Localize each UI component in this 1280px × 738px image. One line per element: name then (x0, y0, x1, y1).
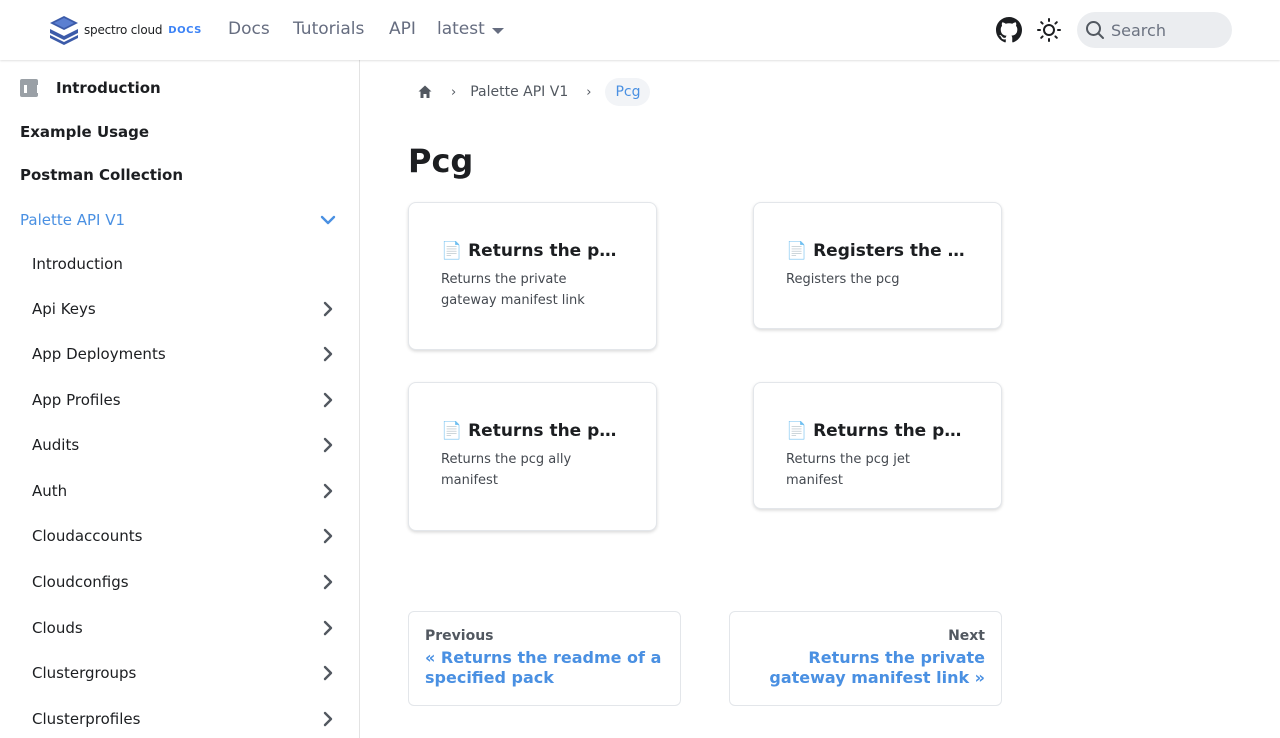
sidebar-item-label: Clouds (32, 619, 83, 637)
card-description: Returns the pcg ally manifest (441, 452, 572, 488)
logo-docs-label: DOCS (168, 24, 202, 36)
sidebar-item-app-deployments[interactable]: App Deployments (0, 334, 359, 374)
sidebar-item-postman-collection[interactable]: Postman Collection (0, 155, 359, 195)
brand-logo[interactable]: spectro cloud DOCS (48, 15, 202, 45)
chevron-right-icon: › (451, 84, 457, 100)
sidebar-item-audits[interactable]: Audits (0, 425, 359, 465)
sidebar-item-label: Audits (32, 436, 80, 454)
doc-card[interactable]: 📄 Returns the private gateway manifest l… (408, 202, 657, 350)
breadcrumb-item[interactable]: Palette API V1 (470, 84, 568, 100)
sidebar-item-label: Api Keys (32, 300, 96, 318)
sidebar-item-label: Clustergroups (32, 664, 137, 682)
chevron-right-icon[interactable] (319, 527, 337, 545)
search-icon (1086, 21, 1104, 39)
chevron-right-icon[interactable] (319, 664, 337, 682)
version-dropdown[interactable]: latest (437, 19, 504, 39)
sidebar-item-api-introduction[interactable]: Introduction (0, 244, 359, 284)
breadcrumb: › Palette API V1 › Pcg (417, 76, 651, 108)
search-placeholder: Search (1111, 20, 1166, 40)
sidebar-item-cloudconfigs[interactable]: Cloudconfigs (0, 562, 359, 602)
pagination-next[interactable]: Next Returns the private gateway manifes… (729, 611, 1002, 706)
sidebar-item-label: Example Usage (20, 123, 150, 141)
card-title: 📄 Returns the pcg ally manifest (441, 421, 624, 441)
pager-previous-link[interactable]: « Returns the readme of a specified pack (425, 648, 664, 688)
chevron-right-icon[interactable] (319, 482, 337, 500)
card-title: 📄 Returns the private gateway manifest l… (441, 241, 624, 261)
sidebar-item-clustergroups[interactable]: Clustergroups (0, 653, 359, 693)
sidebar-item-example-usage[interactable]: Example Usage (0, 112, 359, 152)
card-title: 📄 Registers the pcg (786, 241, 969, 261)
sidebar-item-app-profiles[interactable]: App Profiles (0, 380, 359, 420)
chevron-right-icon[interactable] (319, 345, 337, 363)
nav-api-link[interactable]: API (389, 19, 416, 39)
sidebar-item-introduction[interactable]: Introduction (0, 68, 359, 108)
sidebar-item-auth[interactable]: Auth (0, 471, 359, 511)
sidebar-item-label: Introduction (32, 255, 123, 273)
sidebar-item-label: App Deployments (32, 345, 166, 363)
sidebar-section-palette-api-v1[interactable]: Palette API V1 (0, 200, 359, 240)
sidebar-item-cloudaccounts[interactable]: Cloudaccounts (0, 516, 359, 556)
sidebar-item-label: Auth (32, 482, 68, 500)
nav-tutorials-link[interactable]: Tutorials (293, 19, 364, 39)
chevron-right-icon[interactable] (319, 436, 337, 454)
main-content: › Palette API V1 › Pcg Pcg 📄 Returns the… (361, 60, 1280, 738)
sidebar-item-label: Postman Collection (20, 166, 184, 184)
home-icon[interactable] (417, 84, 433, 100)
sidebar: Introduction Example Usage Postman Colle… (0, 60, 360, 738)
pager-next-label: Next (948, 628, 985, 644)
chevron-right-icon[interactable] (319, 710, 337, 728)
pager-next-link[interactable]: Returns the private gateway manifest lin… (746, 648, 985, 688)
sidebar-item-label: Introduction (56, 79, 161, 97)
doc-card[interactable]: 📄 Returns the pcg ally manifest Returns … (408, 382, 657, 531)
sidebar-item-api-keys[interactable]: Api Keys (0, 289, 359, 329)
chevron-right-icon[interactable] (319, 391, 337, 409)
sidebar-item-clouds[interactable]: Clouds (0, 608, 359, 648)
top-navbar: spectro cloud DOCS Docs Tutorials API la… (0, 0, 1280, 60)
github-icon[interactable] (996, 17, 1022, 43)
spectro-cloud-logo-icon (50, 16, 78, 45)
sidebar-item-clusterprofiles[interactable]: Clusterprofiles (0, 699, 359, 738)
sidebar-item-label: App Profiles (32, 391, 121, 409)
chevron-right-icon[interactable] (319, 300, 337, 318)
chevron-right-icon[interactable] (319, 573, 337, 591)
search-button[interactable]: Search (1077, 12, 1232, 48)
theme-toggle-icon[interactable] (1037, 18, 1061, 42)
nav-docs-link[interactable]: Docs (228, 19, 270, 39)
sidebar-section-label: Palette API V1 (20, 211, 126, 229)
api-doc-icon (20, 79, 40, 97)
chevron-right-icon[interactable] (319, 619, 337, 637)
card-title: 📄 Returns the pcg jet manifest (786, 421, 969, 441)
chevron-right-icon: › (586, 84, 592, 100)
pagination-previous[interactable]: Previous « Returns the readme of a speci… (408, 611, 681, 706)
chevron-down-icon[interactable] (319, 211, 337, 229)
logo-text: spectro cloud (84, 23, 163, 37)
breadcrumb-current: Pcg (605, 78, 651, 106)
doc-card[interactable]: 📄 Returns the pcg jet manifest Returns t… (753, 382, 1002, 509)
sidebar-item-label: Clusterprofiles (32, 710, 141, 728)
sidebar-item-label: Cloudconfigs (32, 573, 129, 591)
card-description: Registers the pcg (786, 272, 900, 287)
page-title: Pcg (408, 142, 474, 180)
sidebar-item-label: Cloudaccounts (32, 527, 143, 545)
pager-previous-label: Previous (425, 628, 494, 644)
card-description: Returns the pcg jet manifest (786, 452, 911, 488)
version-label: latest (437, 19, 485, 39)
caret-down-icon (491, 27, 504, 34)
doc-card[interactable]: 📄 Registers the pcg Registers the pcg (753, 202, 1002, 329)
card-description: Returns the private gateway manifest lin… (441, 272, 585, 308)
